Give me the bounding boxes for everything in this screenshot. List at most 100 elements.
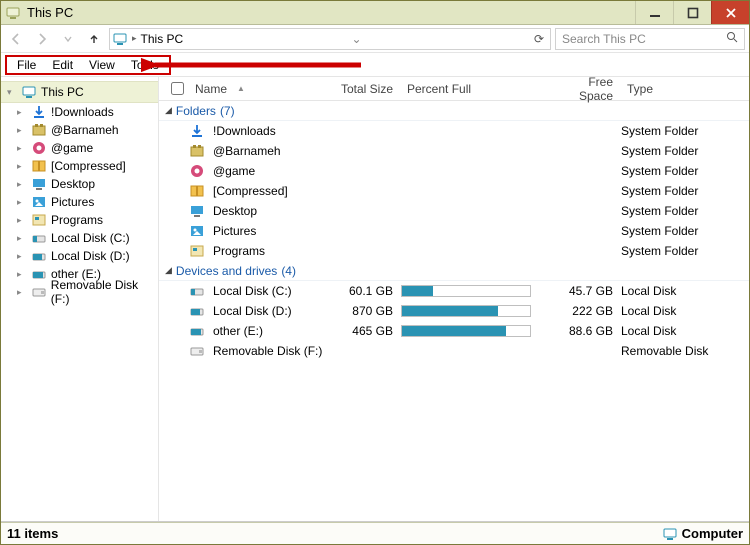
column-free[interactable]: Free Space	[545, 77, 621, 103]
group-drives[interactable]: ◢ Devices and drives (4)	[159, 261, 749, 281]
sidebar-item[interactable]: ▸!Downloads	[1, 103, 158, 121]
chevron-right-icon[interactable]: ▸	[17, 197, 27, 208]
sidebar-item[interactable]: ▸Removable Disk (F:)	[1, 283, 158, 301]
status-category: Computer	[682, 526, 743, 541]
percent-full-bar	[401, 305, 531, 317]
item-name: other (E:)	[213, 324, 263, 338]
column-headers: Name▲ Total Size Percent Full Free Space…	[159, 77, 749, 101]
sidebar-root-label: This PC	[41, 85, 84, 99]
menu-file[interactable]: File	[11, 58, 42, 72]
maximize-button[interactable]	[673, 1, 711, 24]
chevron-right-icon[interactable]: ▸	[17, 179, 27, 190]
column-percent[interactable]: Percent Full	[401, 82, 545, 96]
this-pc-icon	[21, 84, 37, 100]
pictures-icon	[31, 194, 47, 210]
breadcrumb[interactable]: This PC	[141, 32, 184, 46]
menu-edit[interactable]: Edit	[46, 58, 79, 72]
chevron-right-icon[interactable]: ▸	[17, 251, 27, 262]
sidebar-item-label: Programs	[51, 213, 103, 227]
column-type[interactable]: Type	[621, 82, 749, 96]
sidebar-this-pc[interactable]: ▾ This PC	[1, 81, 158, 103]
chevron-right-icon[interactable]: ▸	[17, 125, 27, 136]
sidebar-item[interactable]: ▸ Desktop	[1, 175, 158, 193]
chevron-right-icon[interactable]: ▸	[17, 143, 27, 154]
item-type: System Folder	[621, 164, 749, 178]
chevron-right-icon[interactable]: ▸	[17, 215, 27, 226]
drive-c-icon	[31, 230, 47, 246]
minimize-button[interactable]	[635, 1, 673, 24]
table-row[interactable]: ProgramsSystem Folder	[159, 241, 749, 261]
status-item-count: 11 items	[7, 526, 58, 541]
sidebar-item[interactable]: ▸Pictures	[1, 193, 158, 211]
sidebar-item-label: Local Disk (D:)	[51, 249, 130, 263]
chevron-right-icon[interactable]: ▸	[17, 269, 27, 280]
chevron-down-icon[interactable]: ◢	[165, 105, 172, 116]
percent-full-bar	[401, 285, 531, 297]
chevron-right-icon[interactable]: ▸	[17, 107, 27, 118]
sidebar-item[interactable]: ▸ [Compressed]	[1, 157, 158, 175]
table-row[interactable]: other (E:)465 GB88.6 GBLocal Disk	[159, 321, 749, 341]
table-row[interactable]: Removable Disk (F:)Removable Disk	[159, 341, 749, 361]
item-free: 88.6 GB	[545, 324, 621, 338]
download-icon	[189, 123, 205, 139]
sidebar-item[interactable]: ▸ Local Disk (D:)	[1, 247, 158, 265]
column-name[interactable]: Name▲	[189, 82, 323, 96]
select-all-checkbox[interactable]	[171, 82, 184, 95]
chevron-right-icon[interactable]: ▸	[17, 161, 27, 172]
group-folders[interactable]: ◢ Folders (7)	[159, 101, 749, 121]
this-pc-icon	[5, 5, 21, 21]
removable-icon	[189, 343, 205, 359]
sidebar-item-label: Desktop	[51, 177, 95, 191]
sidebar-item-label: Removable Disk (F:)	[51, 278, 158, 306]
menu-view[interactable]: View	[83, 58, 121, 72]
forward-button[interactable]	[31, 28, 53, 50]
item-name: Programs	[213, 244, 265, 258]
sidebar-item[interactable]: ▸Local Disk (C:)	[1, 229, 158, 247]
close-button[interactable]	[711, 1, 749, 24]
table-row[interactable]: PicturesSystem Folder	[159, 221, 749, 241]
chevron-down-icon[interactable]: ▾	[7, 87, 17, 98]
item-name: Local Disk (C:)	[213, 284, 292, 298]
chevron-down-icon[interactable]: ◢	[165, 265, 172, 276]
item-total: 870 GB	[323, 304, 401, 318]
table-row[interactable]: [Compressed]System Folder	[159, 181, 749, 201]
sidebar-item[interactable]: ▸@game	[1, 139, 158, 157]
addr-dropdown-icon[interactable]: ⌄	[348, 32, 366, 46]
item-type: Local Disk	[621, 324, 749, 338]
address-bar[interactable]: ▸ This PC ⌄ ⟳	[109, 28, 551, 50]
item-name: [Compressed]	[213, 184, 288, 198]
drive-e-icon	[31, 266, 47, 282]
sidebar-item[interactable]: ▸ @Barnameh	[1, 121, 158, 139]
item-type: System Folder	[621, 204, 749, 218]
table-row[interactable]: Local Disk (C:)60.1 GB45.7 GBLocal Disk	[159, 281, 749, 301]
recent-locations-button[interactable]	[57, 28, 79, 50]
sidebar-item-label: [Compressed]	[51, 159, 126, 173]
download-icon	[31, 104, 47, 120]
drive-c-icon	[189, 283, 205, 299]
computer-icon	[662, 526, 678, 542]
compressed-icon	[189, 183, 205, 199]
sidebar-item[interactable]: ▸ Programs	[1, 211, 158, 229]
item-name: Desktop	[213, 204, 257, 218]
desktop-icon	[189, 203, 205, 219]
table-row[interactable]: @BarnamehSystem Folder	[159, 141, 749, 161]
this-pc-icon	[112, 31, 128, 47]
chevron-right-icon[interactable]: ▸	[17, 233, 27, 244]
sidebar-item-label: @Barnameh	[51, 123, 119, 137]
up-button[interactable]	[83, 28, 105, 50]
chevron-right-icon[interactable]: ▸	[132, 33, 137, 44]
drive-e-icon	[189, 323, 205, 339]
item-type: System Folder	[621, 124, 749, 138]
column-total[interactable]: Total Size	[323, 82, 401, 96]
table-row[interactable]: @gameSystem Folder	[159, 161, 749, 181]
chevron-right-icon[interactable]: ▸	[17, 287, 27, 298]
table-row[interactable]: Local Disk (D:)870 GB222 GBLocal Disk	[159, 301, 749, 321]
table-row[interactable]: Desktop System Folder	[159, 201, 749, 221]
back-button[interactable]	[5, 28, 27, 50]
table-row[interactable]: !DownloadsSystem Folder	[159, 121, 749, 141]
search-input[interactable]: Search This PC	[555, 28, 745, 50]
refresh-button[interactable]: ⟳	[530, 32, 548, 46]
programs-icon	[189, 243, 205, 259]
item-free: 45.7 GB	[545, 284, 621, 298]
percent-full-bar	[401, 325, 531, 337]
